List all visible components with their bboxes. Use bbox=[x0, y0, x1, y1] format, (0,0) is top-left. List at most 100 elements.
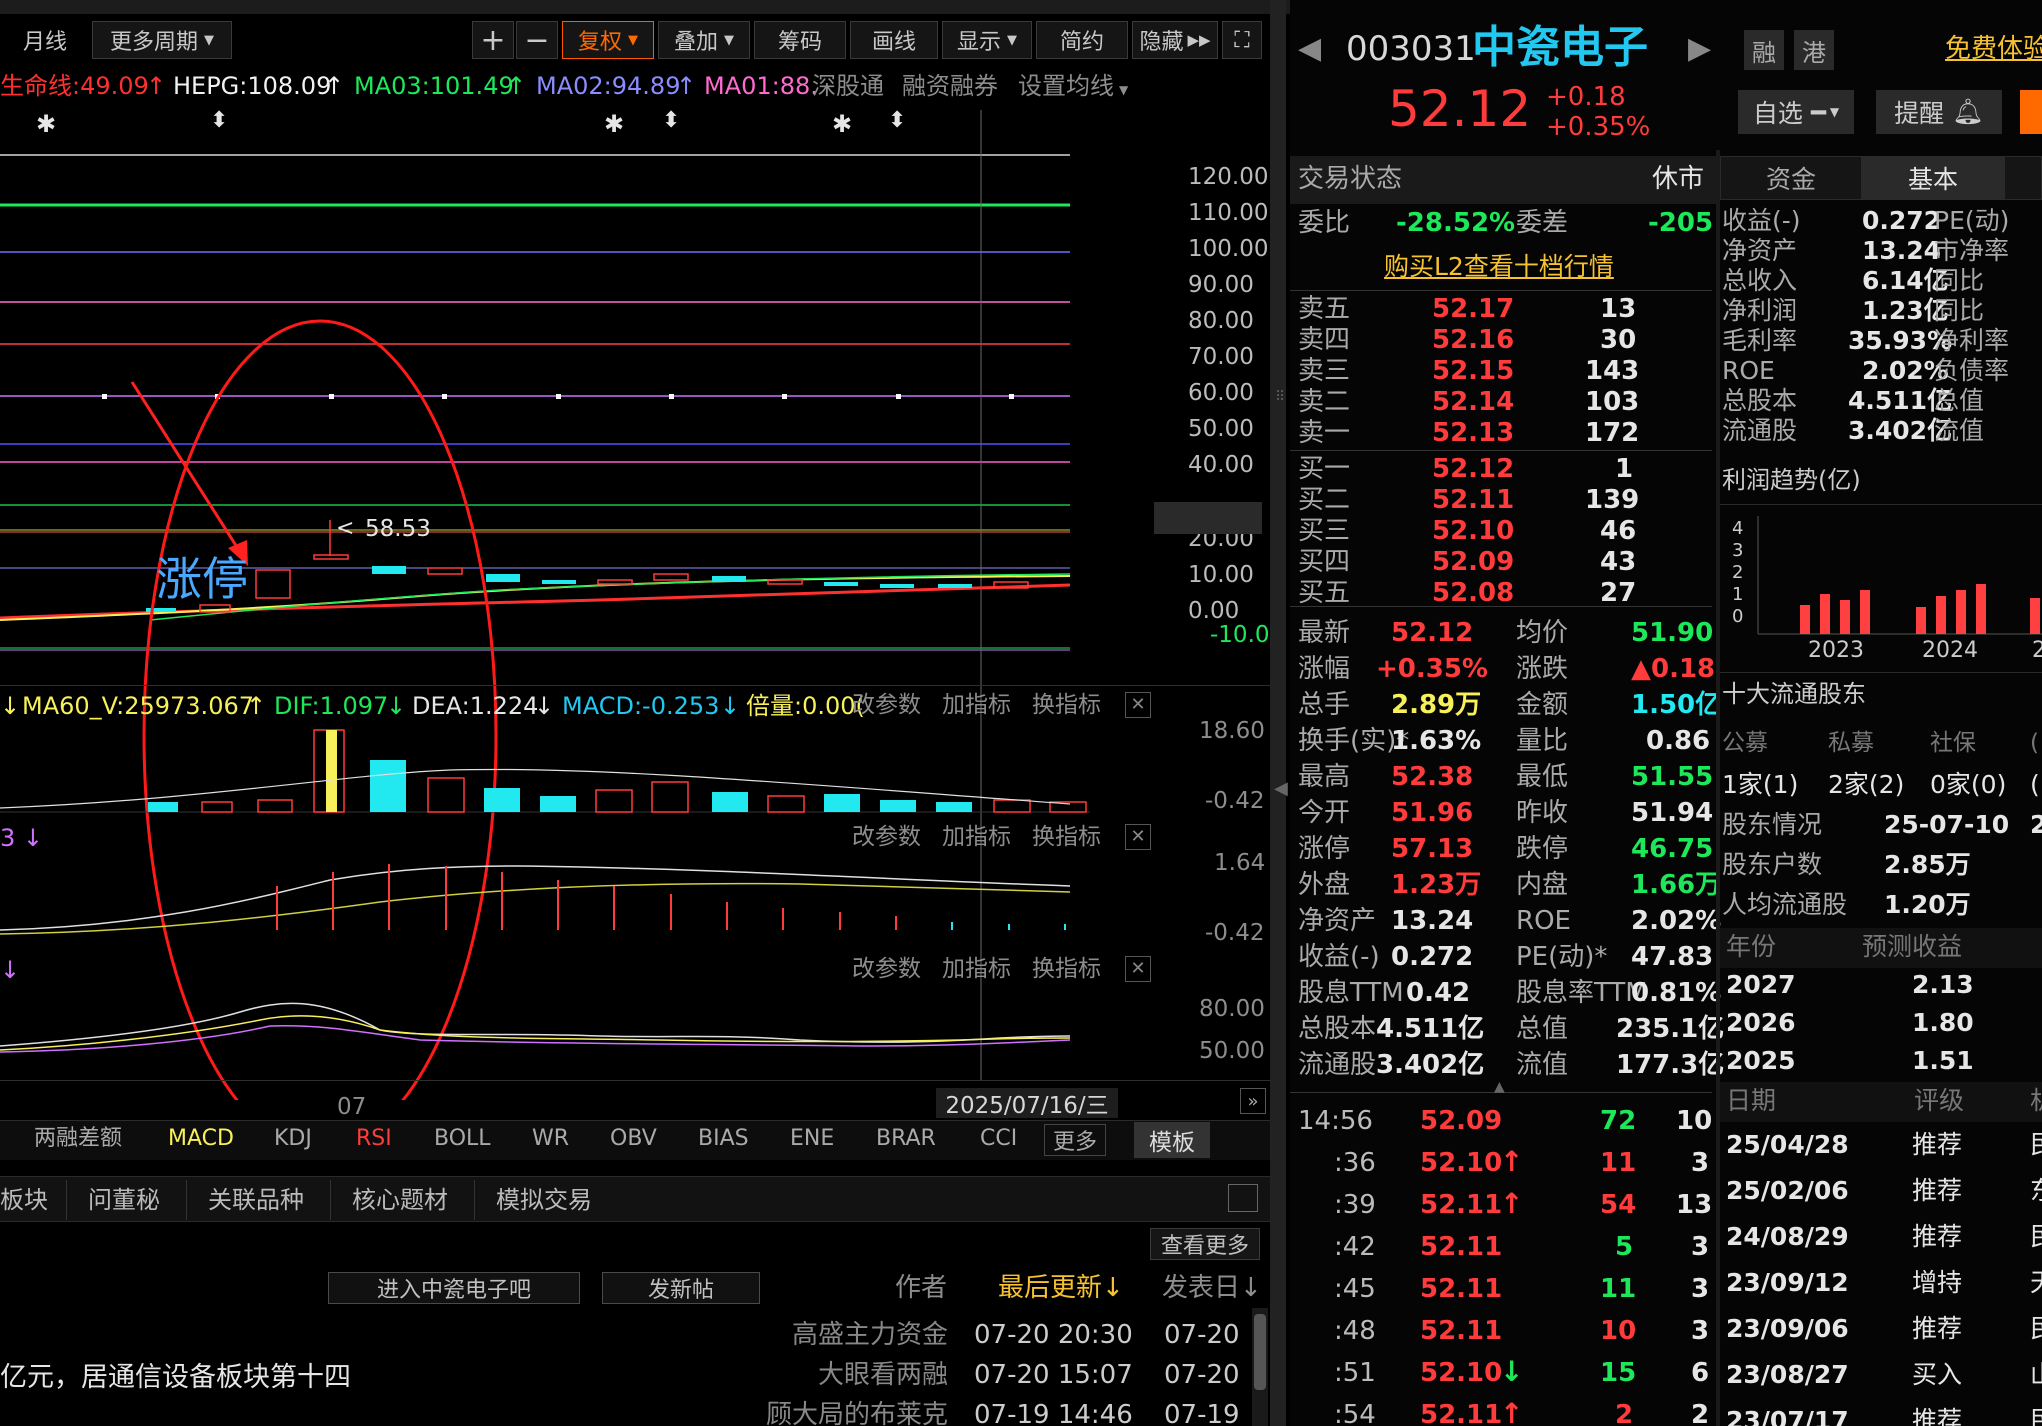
bottom-tab[interactable]: 关联品种 bbox=[208, 1188, 304, 1212]
margin-trading-link[interactable]: 融资融券 bbox=[902, 74, 998, 98]
new-post-button[interactable]: 发新帖 bbox=[602, 1272, 760, 1304]
close-icon[interactable]: ✕ bbox=[1125, 956, 1151, 982]
l2-promo-link[interactable]: 购买L2查看十档行情 bbox=[1384, 254, 1614, 279]
tick-price: 52.11 bbox=[1420, 1232, 1503, 1262]
bottom-tab[interactable]: 模拟交易 bbox=[496, 1188, 592, 1212]
ask-price[interactable]: 52.14 bbox=[1432, 389, 1514, 415]
top-menu-strip bbox=[0, 0, 1300, 14]
watchlist-dropdown[interactable]: 自选 ━ ▼ bbox=[1738, 90, 1854, 134]
prev-stock-icon[interactable]: ◀ bbox=[1298, 34, 1321, 64]
forum-author[interactable]: 高盛主力资金 bbox=[792, 1322, 948, 1348]
change-params-link[interactable]: 改参数 bbox=[852, 694, 921, 717]
overlay-dropdown[interactable]: 叠加 ▼ bbox=[658, 21, 750, 59]
bottom-tab[interactable]: 核心题材 bbox=[352, 1188, 448, 1212]
indicator-tab[interactable]: CCI bbox=[980, 1128, 1017, 1150]
indicator-tab[interactable]: ENE bbox=[790, 1128, 834, 1150]
collapse-arrow-icon[interactable]: ◀ bbox=[1274, 780, 1288, 798]
margin-tag[interactable]: 融 bbox=[1744, 30, 1784, 70]
rating-date[interactable]: 23/07/17 bbox=[1726, 1408, 1849, 1426]
volume-panel[interactable] bbox=[0, 720, 1100, 820]
holder-count[interactable]: 1家(1) bbox=[1722, 772, 1798, 797]
enter-forum-button[interactable]: 进入中瓷电子吧 bbox=[328, 1272, 580, 1304]
macd-panel[interactable] bbox=[0, 830, 1100, 950]
rating-date[interactable]: 23/08/27 bbox=[1726, 1362, 1849, 1387]
tab-basic[interactable]: 基本 bbox=[1862, 156, 2004, 200]
chips-button[interactable]: 筹码 bbox=[754, 21, 846, 59]
holder-count[interactable]: ( bbox=[2030, 772, 2040, 797]
holder-count[interactable]: 0家(0) bbox=[1930, 772, 2006, 797]
tab-more[interactable] bbox=[2004, 156, 2042, 200]
profit-trend-chart[interactable] bbox=[1720, 510, 2042, 670]
display-dropdown[interactable]: 显示 ▼ bbox=[942, 21, 1032, 59]
post-date-column-header[interactable]: 发表日↓ bbox=[1162, 1275, 1262, 1301]
trade-status-label: 交易状态 bbox=[1298, 164, 1403, 194]
forum-scrollbar[interactable] bbox=[1252, 1308, 1268, 1426]
simple-mode-button[interactable]: 简约 bbox=[1036, 21, 1128, 59]
last-update-column-header[interactable]: 最后更新↓ bbox=[998, 1275, 1124, 1301]
bid-price[interactable]: 52.10 bbox=[1432, 518, 1514, 544]
indicator-tab[interactable]: MACD bbox=[168, 1128, 234, 1150]
forum-author[interactable]: 顾大局的布莱克 bbox=[766, 1402, 948, 1426]
indicator-tab-template[interactable]: 模板 bbox=[1134, 1122, 1210, 1158]
bid-price[interactable]: 52.12 bbox=[1432, 456, 1514, 482]
ask-price[interactable]: 52.13 bbox=[1432, 420, 1514, 446]
close-icon[interactable]: ✕ bbox=[1125, 824, 1151, 850]
forum-author[interactable]: 大眼看两融 bbox=[818, 1362, 948, 1388]
add-indicator-link[interactable]: 加指标 bbox=[942, 694, 1011, 717]
rating-date[interactable]: 23/09/06 bbox=[1726, 1316, 1849, 1341]
view-more-button[interactable]: 查看更多 bbox=[1150, 1228, 1260, 1260]
bid-price[interactable]: 52.11 bbox=[1432, 487, 1514, 513]
tab-funds[interactable]: 资金 bbox=[1720, 156, 1862, 200]
period-monthly-button[interactable]: 月线 bbox=[0, 21, 90, 59]
ma60v-legend: MA60_V:25973.067 bbox=[22, 692, 254, 720]
indicator-tab-more[interactable]: 更多 bbox=[1044, 1124, 1106, 1156]
switch-indicator-link[interactable]: 换指标 bbox=[1032, 694, 1101, 717]
holder-count[interactable]: 2家(2) bbox=[1828, 772, 1904, 797]
expand-right-icon[interactable]: » bbox=[1240, 1088, 1266, 1114]
rating-date[interactable]: 23/09/12 bbox=[1726, 1270, 1849, 1295]
alert-button[interactable]: 提醒 🔔︎ bbox=[1876, 90, 2002, 134]
ask-price[interactable]: 52.15 bbox=[1432, 358, 1514, 384]
fullscreen-icon[interactable]: ⛶ bbox=[1222, 21, 1262, 59]
rating-date[interactable]: 25/04/28 bbox=[1726, 1132, 1849, 1157]
more-period-dropdown[interactable]: 更多周期 ▼ bbox=[92, 21, 232, 59]
hide-panel-button[interactable]: 隐藏 ▶▶ bbox=[1132, 21, 1218, 59]
splitter[interactable] bbox=[1270, 0, 1286, 1426]
news-snippet[interactable]: 亿元，居通信设备板块第十四 bbox=[0, 1364, 351, 1391]
indicator-tab[interactable]: RSI bbox=[356, 1128, 392, 1150]
indicator-tab[interactable]: 两融差额 bbox=[34, 1128, 122, 1150]
indicator-tab[interactable]: KDJ bbox=[274, 1128, 312, 1150]
ask-price[interactable]: 52.16 bbox=[1432, 327, 1514, 353]
indicator-tab[interactable]: BRAR bbox=[876, 1128, 936, 1150]
deep-connect-link[interactable]: 深股通 bbox=[812, 74, 884, 98]
author-column-header[interactable]: 作者 bbox=[895, 1275, 947, 1301]
drag-handle-icon[interactable]: ⠿ bbox=[1275, 390, 1285, 404]
indicator-tab[interactable]: BOLL bbox=[434, 1128, 491, 1150]
bid-price[interactable]: 52.08 bbox=[1432, 580, 1514, 606]
bid-price[interactable]: 52.09 bbox=[1432, 549, 1514, 575]
draw-line-button[interactable]: 画线 bbox=[850, 21, 938, 59]
fuquan-dropdown[interactable]: 复权 ▼ bbox=[562, 21, 654, 59]
zoom-out-button[interactable]: − bbox=[516, 21, 558, 59]
free-trial-link[interactable]: 免费体验 bbox=[1945, 36, 2042, 62]
rating-date[interactable]: 24/08/29 bbox=[1726, 1224, 1849, 1249]
indicator-tab[interactable]: BIAS bbox=[698, 1128, 749, 1150]
zoom-in-button[interactable]: + bbox=[472, 21, 514, 59]
trade-button-edge[interactable] bbox=[2020, 90, 2042, 134]
scrollbar-thumb[interactable] bbox=[1254, 1314, 1266, 1390]
hk-connect-tag[interactable]: 港 bbox=[1794, 30, 1834, 70]
bottom-tab[interactable]: 板块 bbox=[0, 1188, 48, 1212]
indicator-tab[interactable]: WR bbox=[532, 1128, 569, 1150]
window-layout-icon[interactable] bbox=[1228, 1184, 1258, 1212]
rsi-panel[interactable] bbox=[0, 960, 1100, 1080]
close-icon[interactable]: ✕ bbox=[1125, 692, 1151, 718]
bid-volume: 43 bbox=[1600, 547, 1637, 577]
ask-price[interactable]: 52.17 bbox=[1432, 296, 1514, 322]
set-ma-dropdown[interactable]: 设置均线 ▼ bbox=[1018, 74, 1128, 98]
next-stock-icon[interactable]: ▶ bbox=[1688, 34, 1711, 64]
collapse-up-icon[interactable]: ▲ bbox=[1494, 1080, 1505, 1094]
rating-org: 民 bbox=[2030, 1132, 2042, 1157]
rating-date[interactable]: 25/02/06 bbox=[1726, 1178, 1849, 1203]
indicator-tab[interactable]: OBV bbox=[610, 1128, 657, 1150]
bottom-tab[interactable]: 问董秘 bbox=[88, 1188, 160, 1212]
